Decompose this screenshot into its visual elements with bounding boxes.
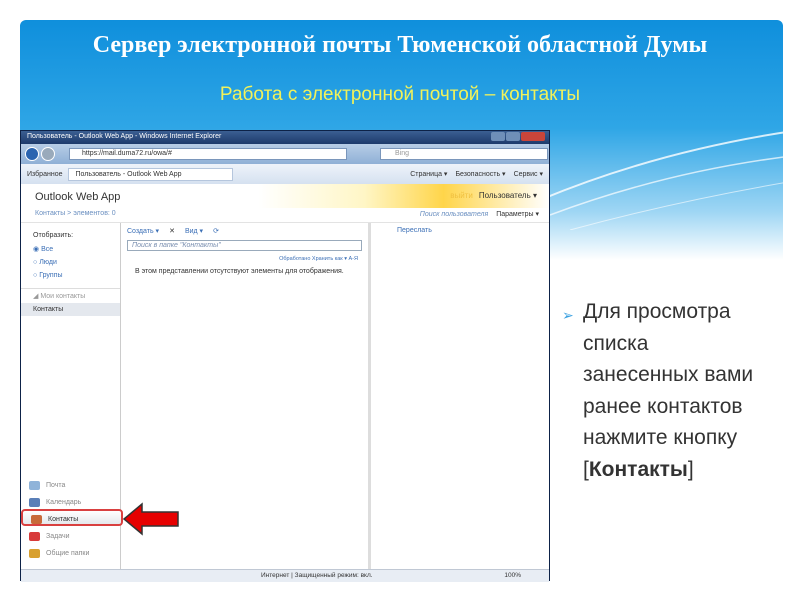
back-button[interactable] [25,147,39,161]
empty-message: В этом представлении отсутствуют элемент… [135,268,344,275]
red-pointer-arrow-icon [122,502,179,536]
search-field[interactable]: Bing [380,148,548,160]
user-menu[interactable]: Пользователь ▾ [479,191,537,200]
forward-button[interactable] [41,147,55,161]
filter-groups[interactable]: ○ Группы [21,269,120,282]
forward-link[interactable]: Переслать [397,227,432,234]
left-nav: Отобразить: ◉ Все ○ Люди ○ Группы ◢ Мои … [21,223,123,569]
owa-logo: Outlook Web App [35,191,121,203]
sort-options[interactable]: Обработано Хранить как ▾ А-Я [121,252,368,266]
status-bar: Интернет | Защищенный режим: вкл. 100% [21,569,549,582]
folder-icon [29,549,40,558]
decorative-swoosh [540,130,800,230]
close-button[interactable] [521,132,545,141]
view-button[interactable]: Вид ▾ [185,227,203,235]
cmd-page[interactable]: Страница ▾ [410,170,447,178]
url-field[interactable]: https://mail.duma72.ru/owa/# [69,148,347,160]
browser-title-bar: Пользователь - Outlook Web App - Windows… [21,131,549,144]
favorites-bar: Избранное Пользователь - Outlook Web App… [21,164,549,184]
breadcrumb: Контакты > элементов: 0 [35,210,116,217]
calendar-icon [29,498,40,507]
reading-pane: Переслать [371,223,549,569]
status-zone: Интернет | Защищенный режим: вкл. [261,572,373,579]
nav-mail[interactable]: Почта [21,475,121,492]
delete-button[interactable]: ✕ [169,227,175,235]
nav-public-folders[interactable]: Общие папки [21,543,121,560]
bullet-arrow-icon: ➢ [562,307,574,323]
logout-link[interactable]: выйти [450,191,473,200]
zoom-level[interactable]: 100% [504,572,521,579]
refresh-icon[interactable]: ⟳ [213,227,219,235]
maximize-button[interactable] [506,132,520,141]
owa-page: Outlook Web App выйти Пользователь ▾ Конт… [21,184,549,582]
favorites-button[interactable]: Избранное [27,171,62,178]
cmd-tools[interactable]: Сервис ▾ [514,170,543,178]
cmd-security[interactable]: Безопасность ▾ [455,170,505,178]
nav-tasks[interactable]: Задачи [21,526,121,543]
show-label: Отобразить: [33,232,74,239]
contacts-folder[interactable]: Контакты [21,303,120,316]
mail-icon [29,481,40,490]
slide-title: Сервер электронной почты Тюменской облас… [92,32,708,58]
minimize-button[interactable] [491,132,505,141]
nav-contacts[interactable]: Контакты [21,509,123,526]
my-contacts-header[interactable]: ◢ Мои контакты [21,288,120,303]
options-menu[interactable]: Параметры ▾ [496,211,539,218]
slide-subtitle: Работа с электронной почтой – контакты [219,84,581,105]
new-button[interactable]: Создать ▾ [127,227,159,235]
tasks-icon [29,532,40,541]
filter-people[interactable]: ○ Люди [21,256,120,269]
browser-tab[interactable]: Пользователь - Outlook Web App [68,167,234,181]
instruction-text: Для просмотра списка занесенных вами ранее … [583,300,754,481]
search-input[interactable]: Поиск в папке "Контакты" [127,240,362,251]
filter-all[interactable]: ◉ Все [21,242,120,256]
browser-window: Пользователь - Outlook Web App - Windows… [20,130,550,582]
nav-calendar[interactable]: Календарь [21,492,121,509]
find-user-link[interactable]: Поиск пользователя [420,211,488,218]
address-bar-row: https://mail.duma72.ru/owa/# Bing [21,144,549,164]
window-title: Пользователь - Outlook Web App - Windows… [27,133,222,140]
contacts-icon [31,515,42,524]
